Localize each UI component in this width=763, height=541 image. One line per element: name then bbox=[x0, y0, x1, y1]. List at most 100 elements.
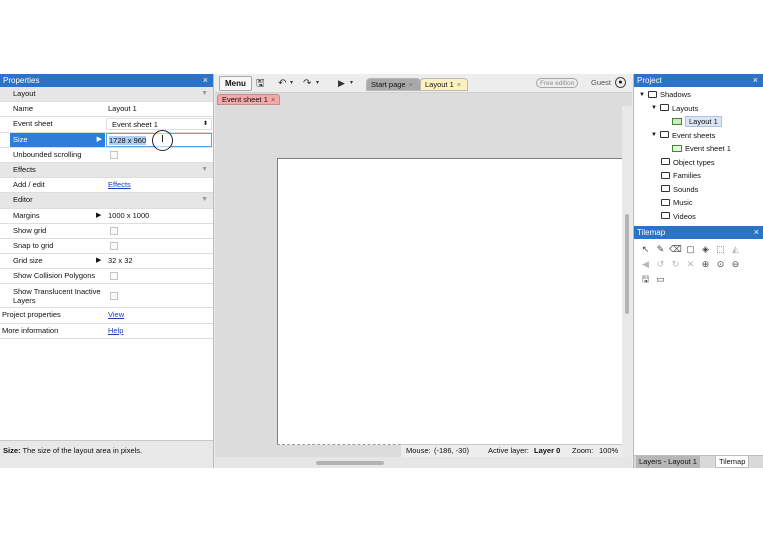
scrollbar-thumb[interactable] bbox=[316, 461, 384, 465]
expand-arrow-icon[interactable]: ▼ bbox=[651, 129, 660, 142]
eventsheet-select-value: Event sheet 1 bbox=[112, 120, 158, 130]
snapgrid-checkbox[interactable] bbox=[110, 241, 118, 250]
prop-size-label-cell[interactable]: Size ▶ bbox=[10, 132, 105, 147]
redo-icon[interactable]: ↷ bbox=[303, 76, 311, 91]
free-edition-badge[interactable]: Free edition bbox=[536, 78, 579, 88]
chevron-down-icon: ▼ bbox=[201, 165, 208, 173]
prop-moreinfo-label: More information bbox=[2, 325, 59, 335]
properties-close-icon[interactable]: × bbox=[203, 74, 208, 87]
prop-row-unbounded: Unbounded scrolling bbox=[0, 148, 213, 163]
tab-start-page[interactable]: Start page × bbox=[366, 78, 421, 91]
folder-icon bbox=[661, 171, 670, 179]
effects-link[interactable]: Effects bbox=[108, 178, 131, 192]
section-editor-label: Editor bbox=[13, 195, 33, 205]
layout-icon bbox=[672, 117, 682, 125]
prop-row-snapgrid: Snap to grid bbox=[0, 239, 213, 255]
help-label: Size: bbox=[3, 446, 21, 455]
pencil-tool-icon[interactable]: ✎ bbox=[653, 242, 668, 256]
rotate-ccw-icon: ↺ bbox=[656, 259, 665, 269]
undo-dropdown-icon[interactable]: ▾ bbox=[290, 76, 293, 91]
menu-button[interactable]: Menu bbox=[219, 76, 252, 91]
tab-layout-1[interactable]: Layout 1 × bbox=[420, 78, 468, 91]
fill-bucket-icon[interactable]: ◈ bbox=[698, 242, 713, 256]
save-icon[interactable]: 🖫 bbox=[638, 272, 653, 286]
tree-item-music-label: Music bbox=[673, 198, 693, 207]
expand-arrow-icon[interactable]: ▼ bbox=[651, 102, 660, 115]
play-icon[interactable]: ▶ bbox=[338, 76, 345, 91]
tree-item-sounds[interactable]: Sounds bbox=[634, 183, 763, 197]
prop-showgrid-label: Show grid bbox=[13, 225, 47, 235]
expand-triangle-icon[interactable]: ▶ bbox=[94, 133, 102, 147]
tilemap-title: Tilemap bbox=[637, 228, 666, 237]
collision-checkbox[interactable] bbox=[110, 272, 118, 281]
tilemap-close-icon[interactable]: × bbox=[754, 226, 759, 239]
tab-layers[interactable]: Layers - Layout 1 bbox=[636, 456, 700, 468]
tree-item-videos[interactable]: Videos bbox=[634, 210, 763, 224]
size-input-value: 1728 x 960 bbox=[109, 135, 147, 145]
zoom-in-icon[interactable]: ⊕ bbox=[698, 257, 713, 271]
tree-item-eventsheets[interactable]: ▼ Event sheets bbox=[634, 129, 763, 143]
scrollbar-thumb[interactable] bbox=[625, 214, 629, 314]
tree-item-music[interactable]: Music bbox=[634, 196, 763, 210]
zoom-out-icon[interactable]: ⊖ bbox=[728, 257, 743, 271]
tab-tilemap[interactable]: Tilemap bbox=[715, 456, 750, 468]
zoom-reset-icon[interactable]: ⊙ bbox=[713, 257, 728, 271]
prop-margins-value[interactable]: 1000 x 1000 bbox=[108, 209, 149, 223]
expand-triangle-icon[interactable]: ▶ bbox=[96, 209, 101, 223]
save-icon[interactable]: 🖫 bbox=[256, 76, 265, 91]
tab-event-sheet-1-label: Event sheet 1 bbox=[222, 95, 268, 104]
bottom-right-tabs: Layers - Layout 1 Tilemap bbox=[634, 455, 763, 468]
rectangle-tool-icon[interactable]: ▢ bbox=[683, 242, 698, 256]
project-close-icon[interactable]: × bbox=[753, 74, 758, 87]
prop-eventsheet-label: Event sheet bbox=[13, 119, 53, 129]
expand-triangle-icon[interactable]: ▶ bbox=[96, 254, 101, 268]
redo-dropdown-icon[interactable]: ▾ bbox=[316, 76, 319, 91]
eventsheet-select[interactable]: Event sheet 1 ⬍ bbox=[106, 118, 212, 131]
undo-icon[interactable]: ↶ bbox=[278, 76, 286, 91]
properties-header: Properties × bbox=[0, 74, 213, 87]
help-text: The size of the layout area in pixels. bbox=[22, 446, 143, 455]
prop-gridsize-value[interactable]: 32 x 32 bbox=[108, 254, 133, 268]
reset-icon: ✕ bbox=[686, 259, 695, 269]
tree-item-families[interactable]: Families bbox=[634, 169, 763, 183]
user-icon[interactable]: ● bbox=[615, 77, 626, 88]
vertical-scrollbar[interactable] bbox=[622, 106, 632, 457]
section-layout[interactable]: Layout ▼ bbox=[0, 87, 213, 103]
help-link[interactable]: Help bbox=[108, 324, 123, 338]
prop-size-label: Size bbox=[13, 134, 28, 144]
tree-item-root[interactable]: ▼ Shadows bbox=[634, 88, 763, 102]
tab-event-sheet-1[interactable]: Event sheet 1 × bbox=[217, 94, 281, 105]
section-editor[interactable]: Editor ▼ bbox=[0, 193, 213, 209]
folder-icon bbox=[660, 131, 669, 139]
horizontal-scrollbar[interactable] bbox=[215, 457, 632, 468]
expand-arrow-icon[interactable]: ▼ bbox=[639, 89, 648, 102]
select-rect-icon[interactable]: ⬚ bbox=[713, 242, 728, 256]
layout-canvas[interactable] bbox=[277, 158, 622, 445]
tree-item-event-sheet-1[interactable]: Event sheet 1 bbox=[634, 142, 763, 156]
eraser-tool-icon[interactable]: ⌫ bbox=[668, 242, 683, 256]
prop-row-size: Size ▶ 1728 x 960 I bbox=[0, 129, 213, 151]
folder-icon bbox=[661, 198, 670, 206]
close-icon[interactable]: × bbox=[409, 80, 413, 89]
prop-gridsize-label: Grid size bbox=[13, 256, 43, 266]
guest-label[interactable]: Guest bbox=[591, 78, 611, 87]
open-folder-icon[interactable]: ▭ bbox=[653, 272, 668, 286]
close-icon[interactable]: × bbox=[271, 95, 275, 104]
property-description: Size: The size of the layout area in pix… bbox=[0, 440, 213, 468]
pointer-tool-icon[interactable]: ↖ bbox=[638, 242, 653, 256]
section-effects-label: Effects bbox=[13, 164, 36, 174]
tree-item-layout-1[interactable]: Layout 1 bbox=[634, 115, 763, 129]
prop-row-collision: Show Collision Polygons bbox=[0, 269, 213, 285]
section-effects[interactable]: Effects ▼ bbox=[0, 162, 213, 179]
tree-item-layouts[interactable]: ▼ Layouts bbox=[634, 102, 763, 116]
mirror-icon: ◭ bbox=[732, 244, 739, 254]
chevron-down-icon: ▼ bbox=[201, 90, 208, 97]
unbounded-checkbox[interactable] bbox=[110, 150, 118, 159]
close-icon[interactable]: × bbox=[457, 80, 461, 89]
tree-item-object-types[interactable]: Object types bbox=[634, 156, 763, 170]
play-dropdown-icon[interactable]: ▾ bbox=[350, 76, 353, 91]
showgrid-checkbox[interactable] bbox=[110, 226, 118, 235]
view-link[interactable]: View bbox=[108, 308, 124, 322]
translucent-checkbox[interactable] bbox=[110, 292, 118, 301]
prop-name-value[interactable]: Layout 1 bbox=[108, 102, 137, 116]
